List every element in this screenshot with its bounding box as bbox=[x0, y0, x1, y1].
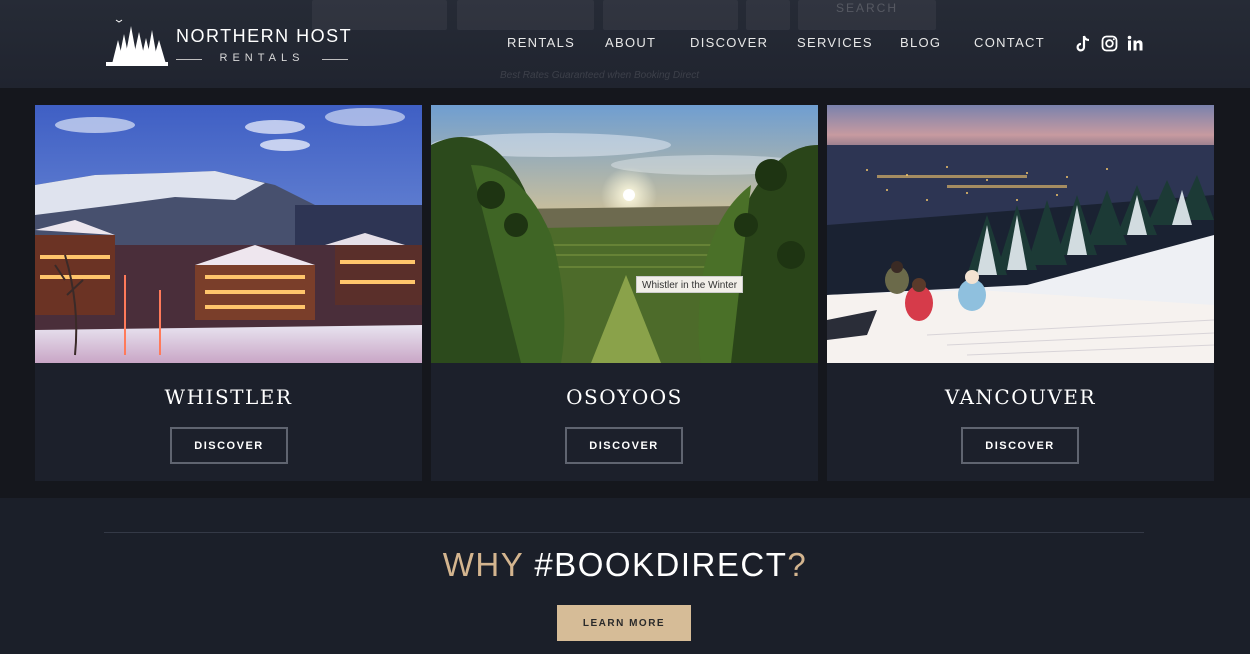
learn-more-button[interactable]: LEARN MORE bbox=[557, 605, 691, 641]
ghost-search-field bbox=[457, 0, 594, 30]
ghost-note: Best Rates Guaranteed when Booking Direc… bbox=[500, 70, 699, 81]
nav-contact[interactable]: CONTACT bbox=[974, 35, 1045, 50]
ghost-search-field bbox=[746, 0, 790, 30]
why-word: WHY bbox=[442, 546, 535, 583]
ghost-search-field bbox=[603, 0, 738, 30]
logo[interactable]: NORTHERN HOST RENTALS bbox=[104, 18, 354, 70]
tree-logo-icon bbox=[106, 19, 168, 66]
linkedin-icon[interactable] bbox=[1127, 35, 1143, 51]
discover-button[interactable]: DISCOVER bbox=[170, 427, 288, 464]
card-title: OSOYOOS bbox=[566, 385, 683, 409]
card-title: WHISTLER bbox=[164, 385, 293, 409]
nav-rentals[interactable]: RENTALS bbox=[507, 35, 575, 50]
nav-services[interactable]: SERVICES bbox=[797, 35, 873, 50]
image-tooltip: Whistler in the Winter bbox=[636, 276, 744, 293]
destination-card-whistler[interactable]: WHISTLER DISCOVER bbox=[35, 105, 422, 481]
brand-name: NORTHERN HOST bbox=[176, 26, 353, 46]
destination-card-vancouver[interactable]: VANCOUVER DISCOVER bbox=[827, 105, 1214, 481]
bookdirect-word: #BOOKDIRECT bbox=[534, 546, 788, 583]
instagram-icon[interactable] bbox=[1101, 35, 1118, 52]
osoyoos-image bbox=[431, 105, 818, 363]
vancouver-image bbox=[827, 105, 1214, 363]
nav-blog[interactable]: BLOG bbox=[900, 35, 941, 50]
question-mark: ? bbox=[787, 546, 808, 583]
destination-card-osoyoos[interactable]: OSOYOOS DISCOVER bbox=[431, 105, 818, 481]
nav-about[interactable]: ABOUT bbox=[605, 35, 656, 50]
card-title: VANCOUVER bbox=[944, 385, 1097, 409]
why-bookdirect-heading: WHY #BOOKDIRECT? bbox=[0, 546, 1250, 584]
tiktok-icon[interactable] bbox=[1075, 35, 1091, 53]
discover-button[interactable]: DISCOVER bbox=[961, 427, 1079, 464]
brand-sub: RENTALS bbox=[176, 52, 348, 64]
nav-discover[interactable]: DISCOVER bbox=[690, 35, 768, 50]
whistler-image bbox=[35, 105, 422, 363]
ghost-search-button: SEARCH bbox=[798, 0, 936, 30]
divider bbox=[104, 532, 1144, 533]
discover-button[interactable]: DISCOVER bbox=[565, 427, 683, 464]
